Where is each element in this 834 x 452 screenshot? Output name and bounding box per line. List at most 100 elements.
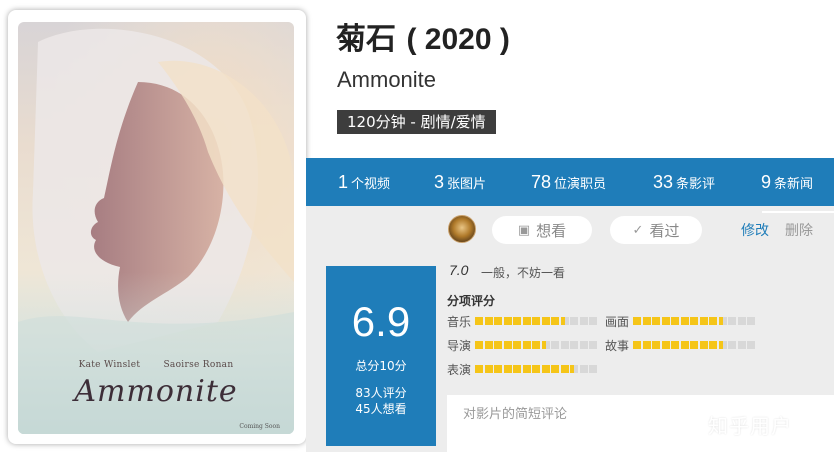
wanter-count: 45人想看: [355, 402, 407, 416]
rating-blocks[interactable]: [633, 341, 757, 349]
stat-videos[interactable]: 1 个视频: [338, 172, 390, 193]
rating-block: [570, 317, 578, 325]
rating-block: [671, 317, 679, 325]
rating-block: [680, 341, 689, 349]
rating-block: [484, 341, 493, 349]
movie-title-en: Ammonite: [337, 67, 437, 92]
rating-blocks[interactable]: [475, 317, 599, 325]
score-total-label: 总分10分: [355, 359, 407, 373]
movie-year: ( 2020 ): [406, 23, 510, 56]
rating-row-story: 故事: [605, 339, 757, 353]
rating-block: [709, 341, 717, 349]
rating-block: [494, 365, 502, 373]
rating-block: [747, 341, 755, 349]
rating-block: [503, 365, 512, 373]
poster-footer: Coming Soon: [239, 423, 280, 430]
rating-block: [718, 317, 727, 325]
stat-unit: 位演职员: [554, 176, 607, 192]
rating-block: [589, 317, 597, 325]
stat-cast[interactable]: 78 位演职员: [531, 172, 606, 193]
rating-blocks[interactable]: [475, 365, 599, 373]
poster-artwork: [18, 22, 294, 434]
rating-block: [513, 341, 521, 349]
rating-block: [579, 317, 588, 325]
rating-block: [494, 317, 502, 325]
stat-count: 78: [531, 171, 552, 192]
poster-actor: Saoirse Ronan: [163, 360, 234, 370]
movie-title-cn: 菊石: [336, 22, 396, 57]
watched-button[interactable]: ✓ 看过: [610, 216, 702, 244]
rating-block: [661, 341, 670, 349]
stat-count: 3: [434, 171, 445, 192]
rating-block: [737, 317, 746, 325]
rating-block: [513, 365, 521, 373]
my-score-text: 一般，不妨一看: [481, 266, 566, 280]
stat-news[interactable]: 9 条新闻: [761, 172, 813, 193]
rating-block: [642, 317, 651, 325]
rating-block: [718, 341, 727, 349]
rating-block: [690, 317, 698, 325]
rating-row-acting: 表演: [447, 362, 599, 377]
rating-block: [551, 317, 559, 325]
add-icon: ▣: [517, 222, 531, 238]
rating-block: [503, 317, 512, 325]
stat-count: 9: [761, 171, 772, 192]
rating-block: [642, 341, 651, 349]
rating-block: [560, 365, 569, 373]
rating-row-music: 音乐: [447, 314, 599, 329]
stat-count: 1: [338, 171, 349, 192]
want-to-watch-button[interactable]: ▣ 想看: [492, 216, 592, 244]
sub-ratings-heading: 分项评分: [447, 294, 496, 308]
rating-label: 表演: [447, 362, 472, 377]
rating-block: [652, 341, 660, 349]
seen-label: 看过: [649, 221, 680, 240]
rating-block: [551, 341, 559, 349]
check-icon: ✓: [632, 222, 644, 238]
stat-images[interactable]: 3 张图片: [434, 172, 486, 193]
rating-block: [484, 365, 493, 373]
stat-unit: 张图片: [447, 176, 487, 192]
rating-block: [699, 341, 708, 349]
rating-block: [475, 365, 483, 373]
rating-block: [737, 341, 746, 349]
average-score: 6.9: [351, 298, 411, 345]
rating-block: [680, 317, 689, 325]
my-score: 7.0: [449, 262, 469, 278]
rating-blocks[interactable]: [633, 317, 757, 325]
user-avatar[interactable]: [448, 215, 476, 243]
movie-info-tag: 120分钟 - 剧情/爱情: [337, 110, 496, 134]
stat-unit: 条影评: [676, 176, 716, 192]
poster-actors: Kate Winslet Saoirse Ronan: [18, 360, 294, 370]
rating-block: [541, 365, 550, 373]
want-label: 想看: [536, 221, 567, 240]
rating-label: 音乐: [447, 314, 472, 329]
rating-block: [475, 317, 483, 325]
rating-label: 画面: [605, 314, 630, 329]
rating-block: [671, 341, 679, 349]
stat-unit: 条新闻: [774, 176, 814, 192]
rating-block: [551, 365, 559, 373]
poster-card: Kate Winslet Saoirse Ronan Ammonite Comi…: [8, 10, 306, 444]
edit-link[interactable]: 修改: [741, 220, 769, 240]
rating-block: [522, 317, 531, 325]
rating-block: [709, 317, 717, 325]
movie-title: 菊石 ( 2020 ): [336, 14, 510, 58]
rating-block: [503, 341, 512, 349]
rating-block: [728, 317, 736, 325]
delete-link[interactable]: 删除: [785, 220, 813, 240]
rater-count: 83人评分: [355, 386, 407, 400]
movie-poster[interactable]: Kate Winslet Saoirse Ronan Ammonite Comi…: [18, 22, 294, 434]
rating-blocks[interactable]: [475, 341, 599, 349]
rating-block: [570, 365, 578, 373]
rating-block: [747, 317, 755, 325]
rating-block: [560, 317, 569, 325]
rating-block: [589, 365, 597, 373]
rating-row-visuals: 画面: [605, 314, 757, 329]
rating-block: [728, 341, 736, 349]
rating-block: [532, 341, 540, 349]
rating-block: [652, 317, 660, 325]
rating-block: [633, 317, 641, 325]
rating-block: [484, 317, 493, 325]
stat-reviews[interactable]: 33 条影评: [653, 172, 715, 193]
rating-block: [513, 317, 521, 325]
